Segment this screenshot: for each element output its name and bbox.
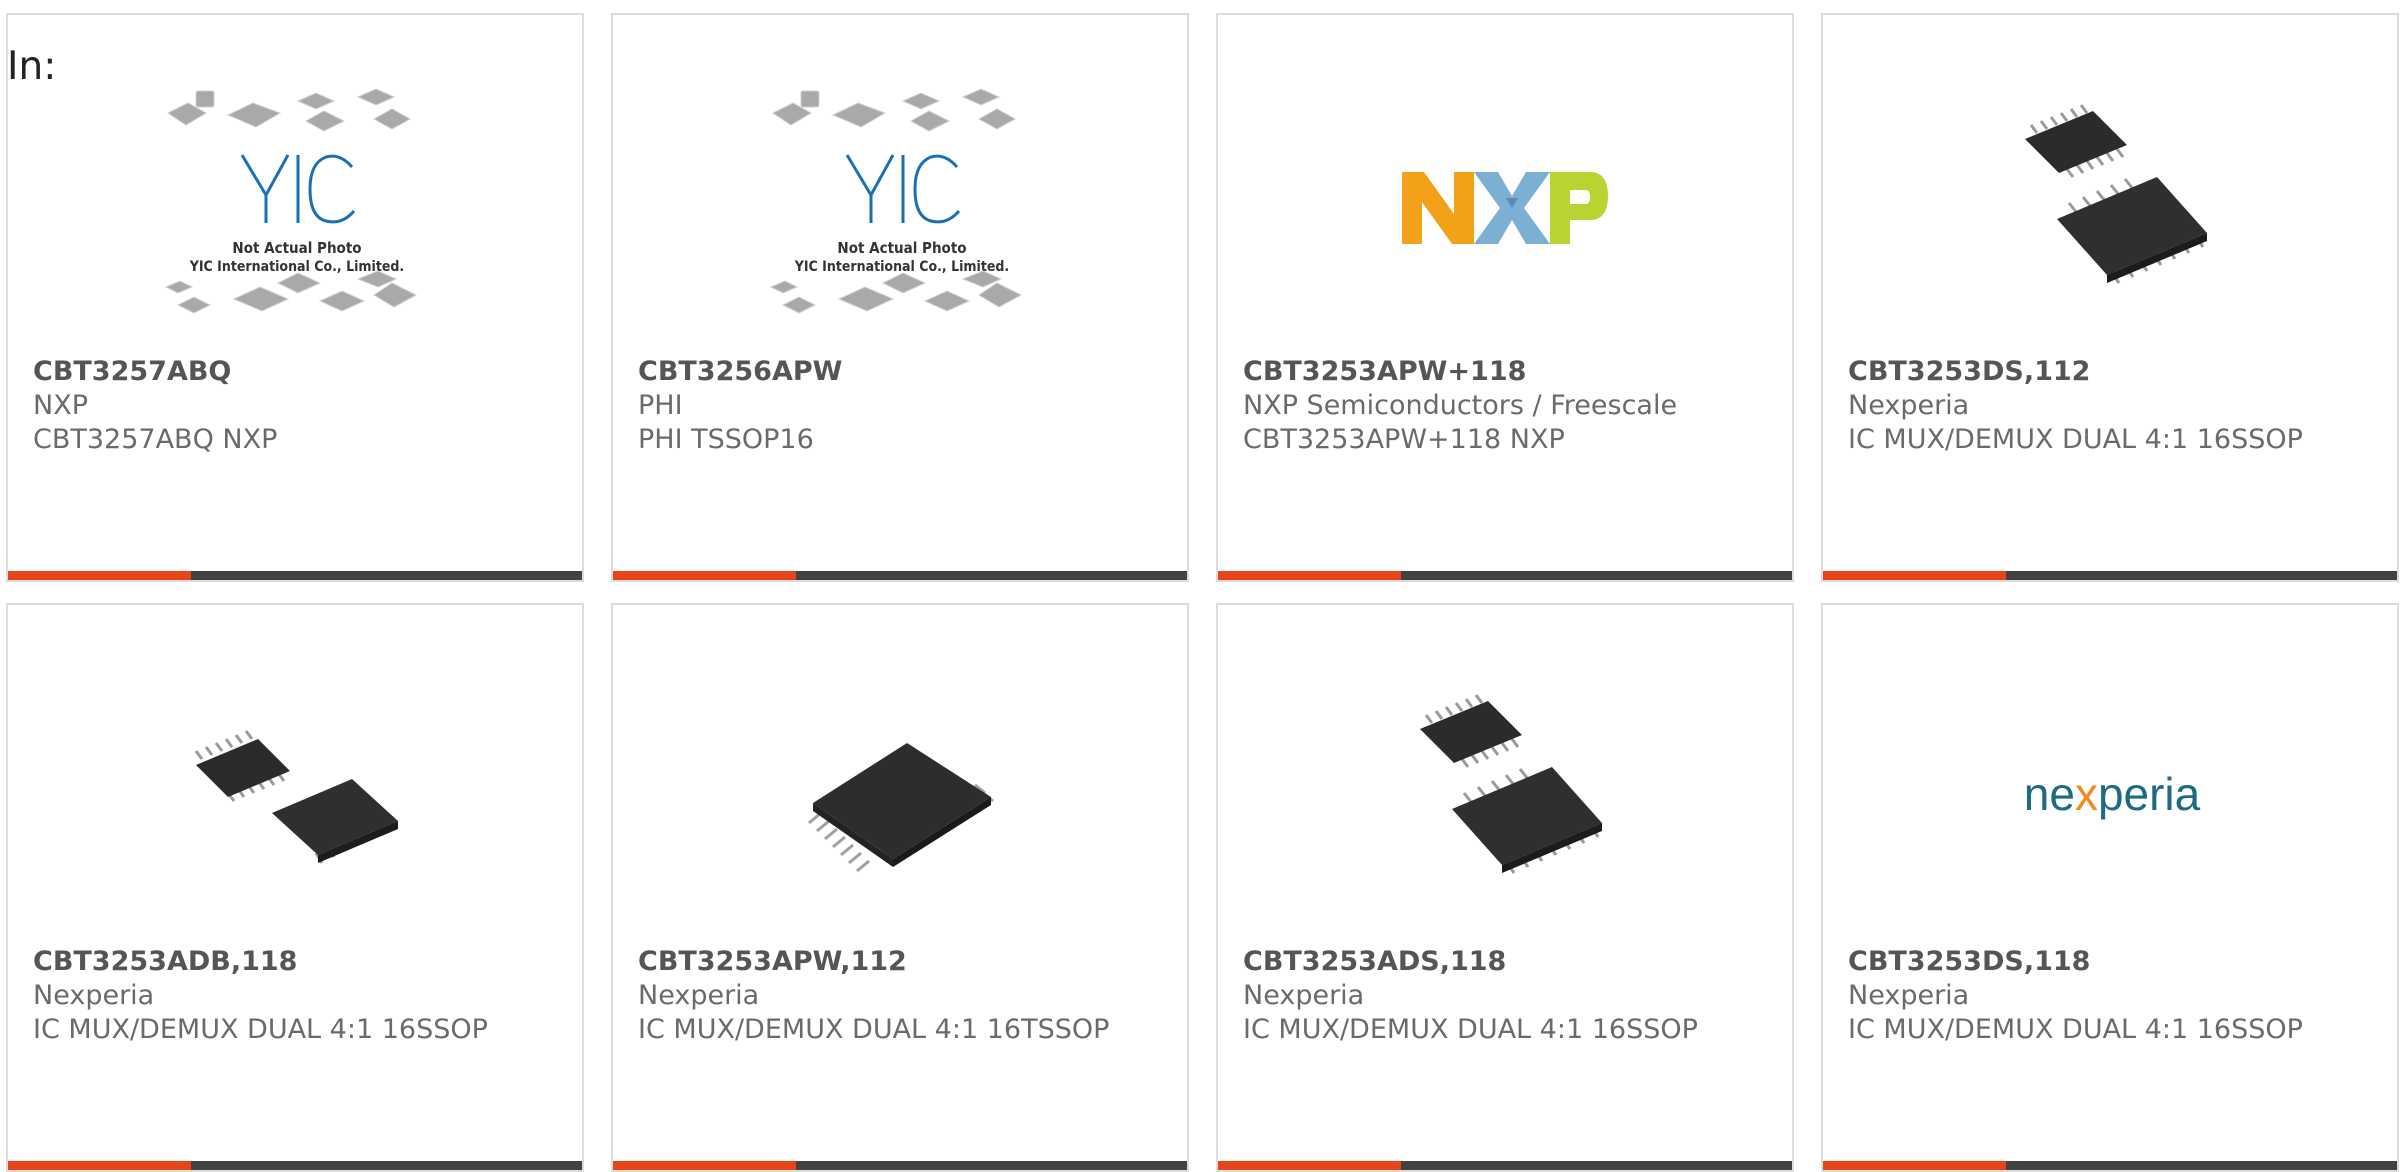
manufacturer: Nexperia bbox=[1243, 980, 1365, 1011]
part-number[interactable]: CBT3253ADS,118 bbox=[1243, 945, 1772, 979]
ssop-chip-image bbox=[1420, 694, 1602, 874]
description: IC MUX/DEMUX DUAL 4:1 16SSOP bbox=[1243, 1014, 1698, 1045]
part-number[interactable]: CBT3253DS,112 bbox=[1848, 355, 2377, 389]
card-bar-accent bbox=[8, 1161, 191, 1170]
part-number[interactable]: CBT3256APW bbox=[638, 355, 1167, 389]
svg-text:nexperia: nexperia bbox=[2024, 768, 2201, 820]
placeholder-line1: Not Actual Photo bbox=[837, 239, 966, 257]
card-progress-bar bbox=[1218, 571, 1792, 580]
card-progress-bar bbox=[1823, 1161, 2397, 1170]
ssop-chip-image bbox=[194, 730, 398, 864]
part-number[interactable]: CBT3253APW+118 bbox=[1243, 355, 1772, 389]
product-image-placeholder[interactable]: Not Actual Photo YIC International Co., … bbox=[753, 83, 1051, 333]
description: CBT3253APW+118 NXP bbox=[1243, 424, 1565, 455]
product-card[interactable]: CBT3253ADS,118 Nexperia IC MUX/DEMUX DUA… bbox=[1216, 603, 1794, 1172]
card-bar-accent bbox=[613, 1161, 796, 1170]
product-image[interactable] bbox=[753, 673, 1051, 923]
ssop-chip-image bbox=[2025, 104, 2207, 284]
yic-placeholder-image: Not Actual Photo YIC International Co., … bbox=[164, 88, 418, 314]
part-number[interactable]: CBT3257ABQ bbox=[33, 355, 562, 389]
product-image[interactable] bbox=[1963, 83, 2261, 333]
card-bar-accent bbox=[8, 571, 191, 580]
card-bar-accent bbox=[1218, 571, 1401, 580]
product-card[interactable]: CBT3253ADB,118 Nexperia IC MUX/DEMUX DUA… bbox=[6, 603, 584, 1172]
product-card[interactable]: Not Actual Photo YIC International Co., … bbox=[611, 13, 1189, 582]
card-bar-accent bbox=[1823, 1161, 2006, 1170]
nxp-logo bbox=[1402, 172, 1608, 244]
description: IC MUX/DEMUX DUAL 4:1 16TSSOP bbox=[638, 1014, 1110, 1045]
tssop-chip-image bbox=[808, 743, 994, 873]
product-image[interactable] bbox=[1358, 83, 1656, 333]
manufacturer: Nexperia bbox=[1848, 980, 1970, 1011]
card-progress-bar bbox=[1823, 571, 2397, 580]
product-card[interactable]: CBT3253APW,112 Nexperia IC MUX/DEMUX DUA… bbox=[611, 603, 1189, 1172]
placeholder-line2: YIC International Co., Limited. bbox=[794, 259, 1009, 275]
product-image-placeholder[interactable]: Not Actual Photo YIC International Co., … bbox=[148, 83, 446, 333]
filter-label: In: bbox=[7, 44, 57, 89]
description: IC MUX/DEMUX DUAL 4:1 16SSOP bbox=[33, 1014, 488, 1045]
manufacturer: NXP bbox=[33, 390, 88, 421]
card-progress-bar bbox=[613, 1161, 1187, 1170]
card-progress-bar bbox=[1218, 1161, 1792, 1170]
product-image[interactable] bbox=[1358, 673, 1656, 923]
product-card[interactable]: CBT3253DS,112 Nexperia IC MUX/DEMUX DUAL… bbox=[1821, 13, 2399, 582]
card-progress-bar bbox=[8, 571, 582, 580]
manufacturer: PHI bbox=[638, 390, 683, 421]
card-bar-accent bbox=[1823, 571, 2006, 580]
manufacturer: NXP Semiconductors / Freescale bbox=[1243, 390, 1678, 421]
part-number[interactable]: CBT3253APW,112 bbox=[638, 945, 1167, 979]
placeholder-line1: Not Actual Photo bbox=[232, 239, 361, 257]
part-number[interactable]: CBT3253DS,118 bbox=[1848, 945, 2377, 979]
product-image[interactable]: nexperia bbox=[1963, 673, 2261, 923]
yic-placeholder-image: Not Actual Photo YIC International Co., … bbox=[769, 88, 1023, 314]
description: IC MUX/DEMUX DUAL 4:1 16SSOP bbox=[1848, 1014, 2303, 1045]
product-card[interactable]: nexperia CBT3253DS,118 Nexperia IC MUX/D… bbox=[1821, 603, 2399, 1172]
card-progress-bar bbox=[613, 571, 1187, 580]
card-progress-bar bbox=[8, 1161, 582, 1170]
part-number[interactable]: CBT3253ADB,118 bbox=[33, 945, 562, 979]
card-bar-accent bbox=[1218, 1161, 1401, 1170]
description: PHI TSSOP16 bbox=[638, 424, 814, 455]
nexperia-logo: nexperia bbox=[2024, 768, 2201, 820]
description: IC MUX/DEMUX DUAL 4:1 16SSOP bbox=[1848, 424, 2303, 455]
product-image[interactable] bbox=[148, 673, 446, 923]
manufacturer: Nexperia bbox=[638, 980, 760, 1011]
manufacturer: Nexperia bbox=[33, 980, 155, 1011]
product-card[interactable]: Not Actual Photo YIC International Co., … bbox=[6, 13, 584, 582]
manufacturer: Nexperia bbox=[1848, 390, 1970, 421]
product-card[interactable]: CBT3253APW+118 NXP Semiconductors / Free… bbox=[1216, 13, 1794, 582]
placeholder-line2: YIC International Co., Limited. bbox=[189, 259, 404, 275]
description: CBT3257ABQ NXP bbox=[33, 424, 278, 455]
card-bar-accent bbox=[613, 571, 796, 580]
